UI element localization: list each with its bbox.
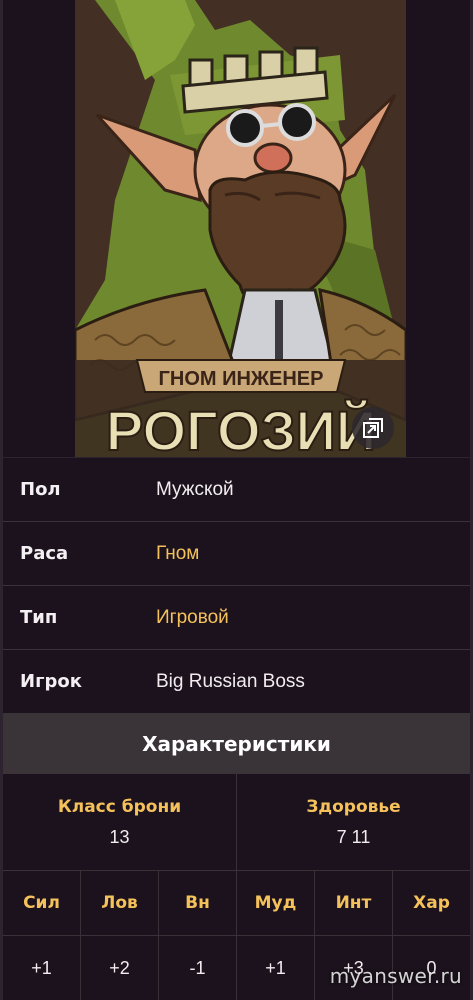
info-table: Пол Мужской Раса Гном Тип Игровой Игрок … <box>3 457 470 713</box>
character-page: ГНОМ ИНЖЕНЕР РОГОЗИЙ Пол Мужской Раса Гн… <box>0 0 473 1000</box>
expand-image-button[interactable] <box>352 407 394 449</box>
characteristics-header: Характеристики <box>3 713 470 774</box>
info-key-player: Игрок <box>20 671 82 692</box>
ability-label-wis: Муд <box>236 871 314 935</box>
ability-header-row: Сил Лов Вн Муд Инт Хар <box>3 871 470 936</box>
ability-label-int: Инт <box>314 871 392 935</box>
race-link[interactable]: Гном <box>156 543 199 565</box>
caption-name-text: РОГОЗИЙ <box>106 399 376 457</box>
armor-class-cell: Класс брони 13 <box>3 774 236 870</box>
ability-value-wis: +1 <box>236 936 314 1000</box>
type-link[interactable]: Игровой <box>156 607 229 629</box>
info-key-type: Тип <box>20 607 58 628</box>
caption-top-text: ГНОМ ИНЖЕНЕР <box>159 368 324 390</box>
info-row-gender: Пол Мужской <box>3 457 470 521</box>
expand-image-icon <box>363 418 383 438</box>
portrait-section: ГНОМ ИНЖЕНЕР РОГОЗИЙ <box>3 0 470 457</box>
armor-class-value: 13 <box>109 826 130 847</box>
info-row-type: Тип Игровой <box>3 585 470 649</box>
ability-value-str: +1 <box>31 957 52 978</box>
ability-value-dex: +2 <box>80 936 158 1000</box>
portrait-illustration: ГНОМ ИНЖЕНЕР РОГОЗИЙ <box>75 0 406 457</box>
ability-value-con: -1 <box>158 936 236 1000</box>
ability-label-str: Сил <box>23 893 60 913</box>
defense-stats: Класс брони 13 Здоровье 7 11 <box>3 774 470 871</box>
health-value: 7 11 <box>336 826 371 847</box>
site-watermark: myanswer.ru <box>329 964 462 988</box>
character-portrait[interactable]: ГНОМ ИНЖЕНЕР РОГОЗИЙ <box>75 0 406 457</box>
ability-label-con: Вн <box>158 871 236 935</box>
health-label: Здоровье <box>306 796 401 817</box>
info-value-player: Big Russian Boss <box>156 670 305 692</box>
armor-class-label: Класс брони <box>57 796 182 817</box>
info-row-race: Раса Гном <box>3 521 470 585</box>
info-key-race: Раса <box>20 543 69 564</box>
ability-label-cha: Хар <box>392 871 470 935</box>
info-row-player: Игрок Big Russian Boss <box>3 649 470 713</box>
info-value-gender: Мужской <box>156 478 234 500</box>
ability-label-dex: Лов <box>80 871 158 935</box>
health-cell: Здоровье 7 11 <box>236 774 470 870</box>
info-key-gender: Пол <box>20 479 61 500</box>
